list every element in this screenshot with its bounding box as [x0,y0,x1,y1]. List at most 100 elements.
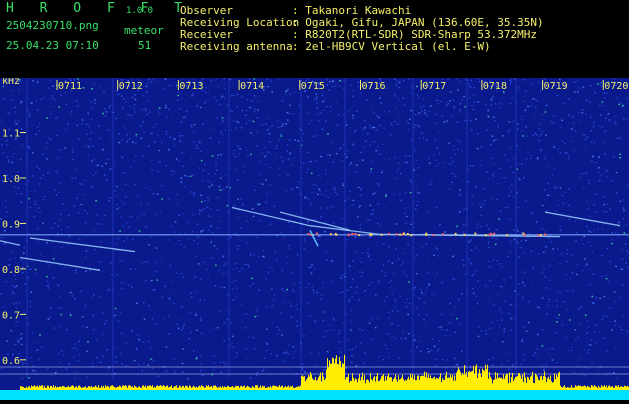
noise-speck [181,79,183,80]
level-bar [44,386,45,390]
noise-speck [7,354,9,355]
level-bar [285,386,286,390]
noise-speck [433,155,435,156]
noise-speck [492,237,494,238]
noise-speck [626,118,628,119]
noise-speck [91,88,93,89]
noise-speck [420,298,422,299]
noise-speck [480,165,482,166]
noise-speck [590,245,592,246]
level-bar [300,386,301,390]
noise-speck [259,174,261,175]
datetime-label: 25.04.23 07:10 [6,40,99,52]
noise-speck [168,316,170,317]
noise-speck [493,175,495,176]
noise-speck [342,275,344,276]
noise-speck [49,87,51,88]
noise-speck [379,356,381,357]
level-bar [40,386,41,390]
noise-speck [410,224,412,225]
noise-speck [504,301,506,302]
noise-speck [253,216,255,217]
noise-speck [379,225,381,226]
level-bar [502,379,503,390]
noise-speck [497,183,499,184]
noise-speck [210,226,212,227]
noise-speck [195,315,197,316]
level-bar [585,386,586,390]
noise-speck [268,128,270,129]
noise-speck [205,100,207,101]
noise-speck [623,207,625,208]
noise-speck [212,257,214,258]
noise-speck [150,236,152,237]
noise-speck [183,277,185,278]
noise-speck [423,302,425,303]
level-bar [26,387,27,390]
noise-speck [535,98,537,99]
noise-speck [461,236,463,237]
noise-speck [397,311,399,312]
noise-speck [174,232,176,233]
noise-speck [22,145,24,146]
noise-speck [183,327,185,328]
noise-speck [339,80,341,81]
noise-speck [262,369,264,370]
noise-speck [572,116,574,117]
noise-speck [350,163,352,164]
level-bar [49,388,50,390]
noise-speck [231,95,233,96]
noise-speck [29,301,31,302]
noise-speck [517,129,519,130]
noise-speck [427,115,429,116]
noise-speck [473,94,475,95]
noise-speck [207,197,209,198]
level-bar [576,386,577,390]
noise-speck [446,367,448,368]
noise-speck [177,100,179,101]
noise-speck [452,278,454,279]
noise-speck [352,144,354,145]
noise-speck [21,101,23,102]
noise-speck [352,115,354,116]
noise-speck [195,256,197,257]
noise-speck [525,79,527,80]
noise-speck [159,161,161,162]
level-bar [236,386,237,390]
noise-speck [496,229,498,230]
level-bar [440,373,441,390]
noise-speck [60,307,62,308]
noise-speck [256,131,258,132]
noise-speck [556,95,558,96]
noise-speck [43,174,45,175]
noise-speck [471,105,473,106]
level-bar [345,379,346,390]
noise-speck [46,117,48,118]
noise-speck [359,205,361,206]
noise-speck [586,225,588,226]
noise-speck [462,259,464,260]
noise-speck [593,122,595,123]
echo-hotspot [403,233,405,235]
level-bar [77,388,78,390]
noise-speck [332,80,334,81]
noise-speck [378,117,380,118]
noise-speck [42,154,44,155]
noise-speck [478,326,480,327]
noise-speck [219,104,221,105]
noise-speck [205,92,207,93]
level-bar [127,388,128,390]
brand-title: H R O F F T [6,3,191,15]
noise-speck [35,203,37,204]
noise-speck [257,311,259,312]
level-bar [156,386,157,390]
noise-speck [503,279,505,280]
noise-speck [254,111,256,112]
noise-speck [309,123,311,124]
noise-speck [21,193,23,194]
time-tick-label: 0717 [422,81,446,92]
noise-speck [511,369,513,370]
level-bar [217,388,218,390]
noise-speck [359,299,361,300]
noise-speck [168,333,170,334]
